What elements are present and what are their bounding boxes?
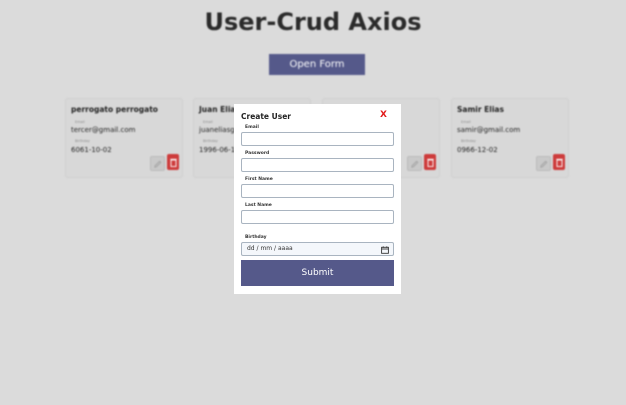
email-field-label: Email <box>245 125 259 130</box>
email-label: Email <box>203 120 213 124</box>
birthday-field-label: Birthday <box>245 235 267 240</box>
user-card: perrogato perrogato Email tercer@gmail.c… <box>65 98 183 178</box>
edit-button[interactable] <box>536 156 551 171</box>
trash-icon <box>426 158 434 167</box>
user-name: Samir Elias <box>457 105 504 114</box>
birthday-label: Birthday <box>203 139 218 143</box>
pencil-icon <box>153 160 161 168</box>
user-birthday: 6061-10-02 <box>71 146 112 154</box>
open-form-button[interactable]: Open Form <box>269 54 365 75</box>
trash-icon <box>555 158 563 167</box>
user-name: perrogato perrogato <box>71 105 158 114</box>
trash-icon <box>169 158 177 167</box>
delete-button[interactable] <box>167 154 179 170</box>
submit-button[interactable]: Submit <box>241 260 394 286</box>
email-label: Email <box>75 120 85 124</box>
delete-button[interactable] <box>424 154 436 170</box>
edit-button[interactable] <box>407 156 422 171</box>
last-name-field-label: Last Name <box>245 203 272 208</box>
pencil-icon <box>410 160 418 168</box>
modal-title: Create User <box>241 112 291 121</box>
pencil-icon <box>539 160 547 168</box>
email-label: Email <box>461 120 471 124</box>
birthday-date-input[interactable]: dd / mm / aaaa <box>241 242 394 256</box>
close-button[interactable]: X <box>380 110 387 120</box>
user-birthday: 1996-06-1 <box>199 146 236 154</box>
email-field[interactable] <box>241 132 394 146</box>
birthday-label: Birthday <box>461 139 476 143</box>
birthday-date-value: dd / mm / aaaa <box>247 245 293 252</box>
user-email: samir@gmail.com <box>457 126 521 134</box>
password-field-label: Password <box>245 151 270 156</box>
user-card: Samir Elias Email samir@gmail.com Birthd… <box>451 98 569 178</box>
first-name-field-label: First Name <box>245 177 273 182</box>
first-name-field[interactable] <box>241 184 394 198</box>
page-title: User-Crud Axios <box>204 8 422 36</box>
user-email: juaneliasga <box>199 126 239 134</box>
birthday-label: Birthday <box>75 139 90 143</box>
create-user-modal: Create User X Email Password First Name … <box>234 104 401 294</box>
delete-button[interactable] <box>553 154 565 170</box>
last-name-field[interactable] <box>241 210 394 224</box>
user-email: tercer@gmail.com <box>71 126 136 134</box>
edit-button[interactable] <box>150 156 165 171</box>
calendar-icon[interactable] <box>381 245 389 254</box>
user-birthday: 0966-12-02 <box>457 146 498 154</box>
password-field[interactable] <box>241 158 394 172</box>
